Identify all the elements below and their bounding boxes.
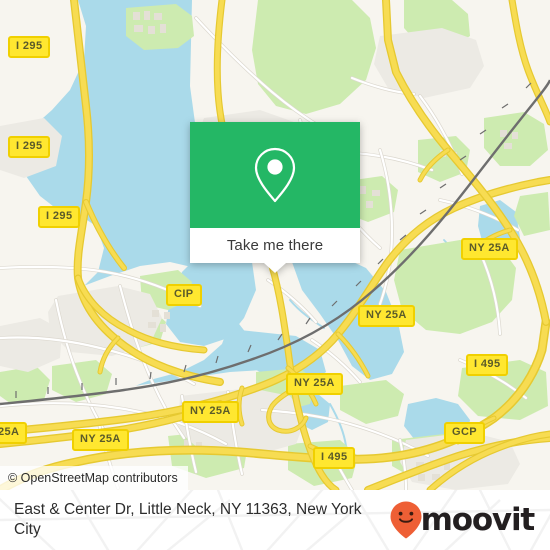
moovit-wordmark: moovit — [420, 501, 536, 538]
shield-ny25a-southwest: NY 25A — [72, 429, 129, 451]
moovit-smiley-pin-icon — [390, 501, 422, 539]
shield-i295-north: I 295 — [8, 36, 51, 58]
popup-action-bar[interactable]: Take me there — [190, 228, 360, 273]
shield-gcp: GCP — [444, 422, 486, 444]
shield-i295-south: I 295 — [38, 206, 81, 228]
popup-icon-area — [190, 122, 360, 228]
shield-25a-edge: 25A — [0, 422, 28, 444]
map-attribution[interactable]: © OpenStreetMap contributors — [0, 466, 188, 490]
moovit-logo[interactable]: moovit — [389, 500, 538, 540]
footer-bar: East & Center Dr, Little Neck, NY 11363,… — [0, 490, 550, 550]
shield-i495-east: I 495 — [466, 354, 509, 376]
shield-ny25a-east: NY 25A — [358, 305, 415, 327]
popup-pointer-tail — [264, 263, 286, 273]
shield-ny25a-west: NY 25A — [182, 401, 239, 423]
map-pin-outline-icon — [254, 147, 296, 203]
shield-ny25a-northeast: NY 25A — [461, 238, 518, 260]
take-me-there-popup[interactable]: Take me there — [190, 122, 360, 273]
shield-cip: CIP — [166, 284, 202, 306]
location-address: East & Center Dr, Little Neck, NY 11363,… — [14, 501, 362, 538]
attribution-text: © OpenStreetMap contributors — [8, 471, 178, 485]
moovit-map-screen: .land { fill:#f7f5ef; } .resid { fill:#e… — [0, 0, 550, 550]
take-me-there-label: Take me there — [226, 237, 324, 254]
shield-i495-south: I 495 — [313, 447, 356, 469]
shield-i295-mid: I 295 — [8, 136, 51, 158]
shield-ny25a-center: NY 25A — [286, 373, 343, 395]
